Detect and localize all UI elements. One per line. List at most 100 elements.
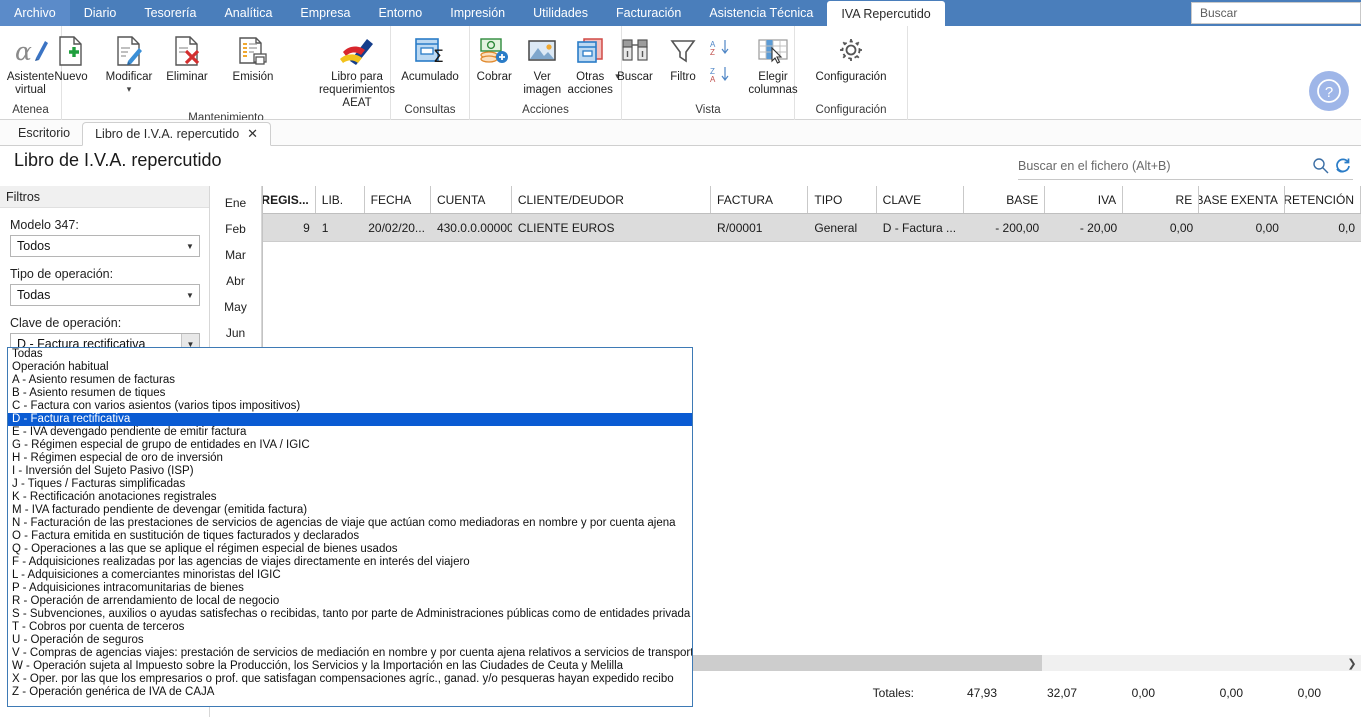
totals-retencion: 0,00 — [1297, 686, 1321, 700]
dropdown-option[interactable]: G - Régimen especial de grupo de entidad… — [8, 439, 692, 452]
column-header-tipo[interactable]: TIPO — [808, 186, 877, 213]
dropdown-option-selected[interactable]: D - Factura rectificativa — [8, 413, 692, 426]
month-abr[interactable]: Abr — [210, 268, 261, 294]
dropdown-option[interactable]: H - Régimen especial de oro de inversión — [8, 452, 692, 465]
tab-libro-iva-repercutido[interactable]: Libro de I.V.A. repercutido ✕ — [82, 122, 272, 146]
dropdown-option[interactable]: F - Adquisiciones realizadas por las age… — [8, 556, 692, 569]
configuracion-button[interactable]: Configuración — [801, 31, 901, 84]
global-search-input[interactable]: Buscar — [1191, 2, 1361, 24]
dropdown-option[interactable]: W - Operación sujeta al Impuesto sobre l… — [8, 660, 692, 673]
dropdown-option[interactable]: K - Rectificación anotaciones registrale… — [8, 491, 692, 504]
dropdown-option[interactable]: Todas — [8, 348, 692, 361]
column-header-factura[interactable]: FACTURA — [711, 186, 809, 213]
magnifier-icon[interactable] — [1309, 157, 1331, 174]
dropdown-option[interactable]: I - Inversión del Sujeto Pasivo (ISP) — [8, 465, 692, 478]
ribbon-group-label-acciones: Acciones — [522, 104, 569, 116]
column-header-base-exenta[interactable]: BASE EXENTA — [1199, 186, 1285, 213]
totals-re: 0,00 — [1131, 686, 1155, 700]
eliminar-button[interactable]: Eliminar — [159, 31, 215, 84]
nuevo-button[interactable]: Nuevo — [43, 31, 99, 84]
column-header-cuenta[interactable]: CUENTA — [431, 186, 512, 213]
month-rail: Ene Feb Mar Abr May Jun — [210, 186, 262, 352]
menu-item-facturacion[interactable]: Facturación — [602, 0, 695, 26]
buscar-button[interactable]: Buscar — [612, 31, 658, 84]
dropdown-option[interactable]: E - IVA devengado pendiente de emitir fa… — [8, 426, 692, 439]
dropdown-option[interactable]: S - Subvenciones, auxilios o ayudas sati… — [8, 608, 692, 621]
column-header-retencion[interactable]: RETENCIÓN — [1285, 186, 1361, 213]
cobrar-button[interactable]: Cobrar — [471, 31, 517, 84]
menu-item-tesoreria[interactable]: Tesorería — [130, 0, 210, 26]
column-header-lib[interactable]: LIB. — [316, 186, 365, 213]
modelo-347-select[interactable]: Todos ▼ — [10, 235, 200, 257]
emision-button[interactable]: Emisión — [225, 31, 281, 84]
dropdown-option[interactable]: V - Compras de agencias viajes: prestaci… — [8, 647, 692, 660]
menu-item-archivo[interactable]: Archivo — [0, 0, 70, 26]
sort-za-icon[interactable]: Z A — [710, 65, 732, 86]
tipo-operacion-label: Tipo de operación: — [10, 267, 114, 281]
modificar-button[interactable]: Modificar ▾ — [101, 31, 157, 94]
modificar-caret-icon[interactable]: ▾ — [127, 85, 132, 94]
column-header-re[interactable]: RE — [1123, 186, 1200, 213]
column-header-registro[interactable]: REGIS... — [263, 186, 316, 213]
dropdown-option[interactable]: B - Asiento resumen de tiques — [8, 387, 692, 400]
menu-item-entorno[interactable]: Entorno — [364, 0, 436, 26]
ver-imagen-button[interactable]: Ver imagen — [519, 31, 565, 97]
dropdown-option[interactable]: X - Oper. por las que los empresarios o … — [8, 673, 692, 686]
table-row[interactable]: 9 1 20/02/20... 430.0.0.00000 CLIENTE EU… — [263, 214, 1361, 242]
acumulado-button[interactable]: Σ Acumulado — [394, 31, 466, 84]
menu-item-analitica[interactable]: Analítica — [210, 0, 286, 26]
column-header-fecha[interactable]: FECHA — [365, 186, 431, 213]
ver-imagen-label: Ver imagen — [523, 71, 562, 96]
dropdown-option[interactable]: M - IVA facturado pendiente de devengar … — [8, 504, 692, 517]
cell-cliente: CLIENTE EUROS — [517, 220, 615, 235]
document-tab-bar: Escritorio Libro de I.V.A. repercutido ✕ — [0, 120, 1361, 146]
dropdown-option[interactable]: C - Factura con varios asientos (varios … — [8, 400, 692, 413]
dropdown-option[interactable]: P - Adquisiciones intracomunitarias de b… — [8, 582, 692, 595]
column-header-clave[interactable]: CLAVE — [877, 186, 965, 213]
tab-escritorio[interactable]: Escritorio — [6, 121, 82, 145]
close-icon[interactable]: ✕ — [247, 126, 258, 142]
tipo-operacion-select[interactable]: Todas ▼ — [10, 284, 200, 306]
column-header-iva[interactable]: IVA — [1045, 186, 1124, 213]
dropdown-option[interactable]: Z - Operación genérica de IVA de CAJA — [8, 686, 692, 699]
otras-acciones-button[interactable]: Otras acciones — [567, 31, 613, 97]
ribbon-group-configuracion: Configuración Configuración — [795, 26, 908, 120]
sort-buttons-group: A Z Z A — [708, 31, 734, 93]
menu-item-empresa[interactable]: Empresa — [286, 0, 364, 26]
dropdown-option[interactable]: T - Cobros por cuenta de terceros — [8, 621, 692, 634]
month-may[interactable]: May — [210, 294, 261, 320]
dropdown-option[interactable]: Q - Operaciones a las que se aplique el … — [8, 543, 692, 556]
dropdown-option[interactable]: L - Adquisiciones a comerciantes minoris… — [8, 569, 692, 582]
help-circle-icon[interactable]: ? — [1309, 71, 1349, 111]
filtro-button[interactable]: Filtro — [660, 31, 706, 84]
month-mar[interactable]: Mar — [210, 242, 261, 268]
dropdown-option[interactable]: O - Factura emitida en sustitución de ti… — [8, 530, 692, 543]
menu-item-diario[interactable]: Diario — [70, 0, 131, 26]
cell-lib: 1 — [321, 220, 329, 235]
cell-fecha: 20/02/20... — [368, 220, 425, 235]
dropdown-option[interactable]: J - Tiques / Facturas simplificadas — [8, 478, 692, 491]
dropdown-option[interactable]: A - Asiento resumen de facturas — [8, 374, 692, 387]
sort-az-icon[interactable]: A Z — [710, 38, 732, 59]
column-header-base[interactable]: BASE — [964, 186, 1046, 213]
month-ene[interactable]: Ene — [210, 190, 261, 216]
file-search-bar[interactable]: Buscar en el fichero (Alt+B) — [1018, 152, 1353, 180]
dropdown-option[interactable]: N - Facturación de las prestaciones de s… — [8, 517, 692, 530]
menu-item-utilidades[interactable]: Utilidades — [519, 0, 602, 26]
dropdown-option[interactable]: R - Operación de arrendamiento de local … — [8, 595, 692, 608]
menu-item-impresion[interactable]: Impresión — [436, 0, 519, 26]
refresh-icon[interactable] — [1331, 157, 1353, 174]
cell-base: - 200,00 — [995, 220, 1040, 235]
column-header-cliente[interactable]: CLIENTE/DEUDOR — [512, 186, 712, 213]
menu-item-iva-repercutido[interactable]: IVA Repercutido — [827, 1, 945, 26]
clave-operacion-dropdown-list[interactable]: Todas Operación habitual A - Asiento res… — [7, 347, 693, 707]
dropdown-option[interactable]: Operación habitual — [8, 361, 692, 374]
month-feb[interactable]: Feb — [210, 216, 261, 242]
menu-item-asistencia-tecnica[interactable]: Asistencia Técnica — [695, 0, 827, 26]
chevron-down-icon[interactable]: ▼ — [181, 285, 199, 305]
chevron-down-icon[interactable]: ▼ — [181, 236, 199, 256]
ribbon-toolbar: α Asistente virtual Atenea Nuevo Modific… — [0, 26, 1361, 124]
chevron-right-icon[interactable]: ❯ — [1343, 655, 1361, 671]
month-jun[interactable]: Jun — [210, 320, 261, 346]
dropdown-option[interactable]: U - Operación de seguros — [8, 634, 692, 647]
